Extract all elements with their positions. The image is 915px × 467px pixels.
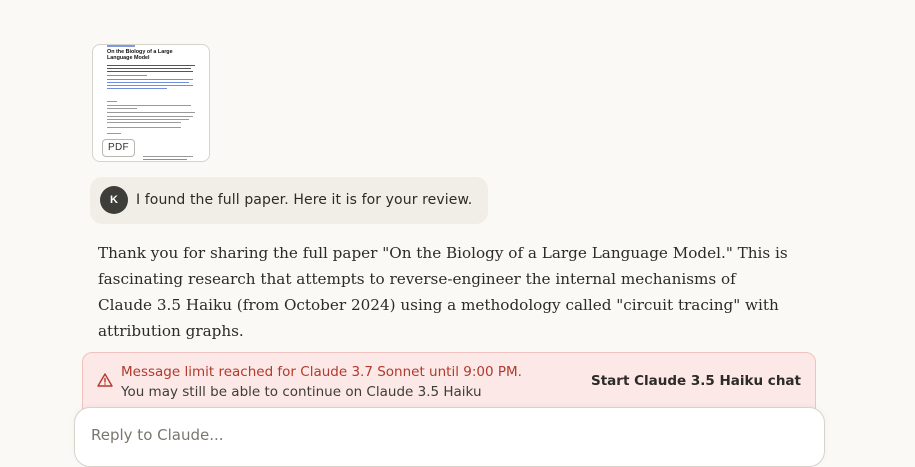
user-message-text: I found the full paper. Here it is for y…	[136, 192, 473, 208]
user-message: K I found the full paper. Here it is for…	[90, 177, 488, 224]
pdf-badge: PDF	[102, 139, 135, 157]
start-haiku-chat-button[interactable]: Start Claude 3.5 Haiku chat	[591, 372, 801, 390]
user-avatar[interactable]: K	[100, 186, 128, 214]
pdf-title: On the Biology of a Large Language Model	[107, 49, 173, 61]
reply-input[interactable]	[89, 422, 793, 448]
assistant-message-text: Thank you for sharing the full paper "On…	[98, 244, 788, 340]
limit-subtitle: You may still be able to continue on Cla…	[121, 384, 482, 400]
pdf-attachment-thumbnail[interactable]: On the Biology of a Large Language Model…	[92, 44, 210, 162]
reply-composer[interactable]	[74, 407, 825, 467]
limit-title: Message limit reached for Claude 3.7 Son…	[121, 364, 522, 380]
warning-icon	[97, 373, 113, 387]
